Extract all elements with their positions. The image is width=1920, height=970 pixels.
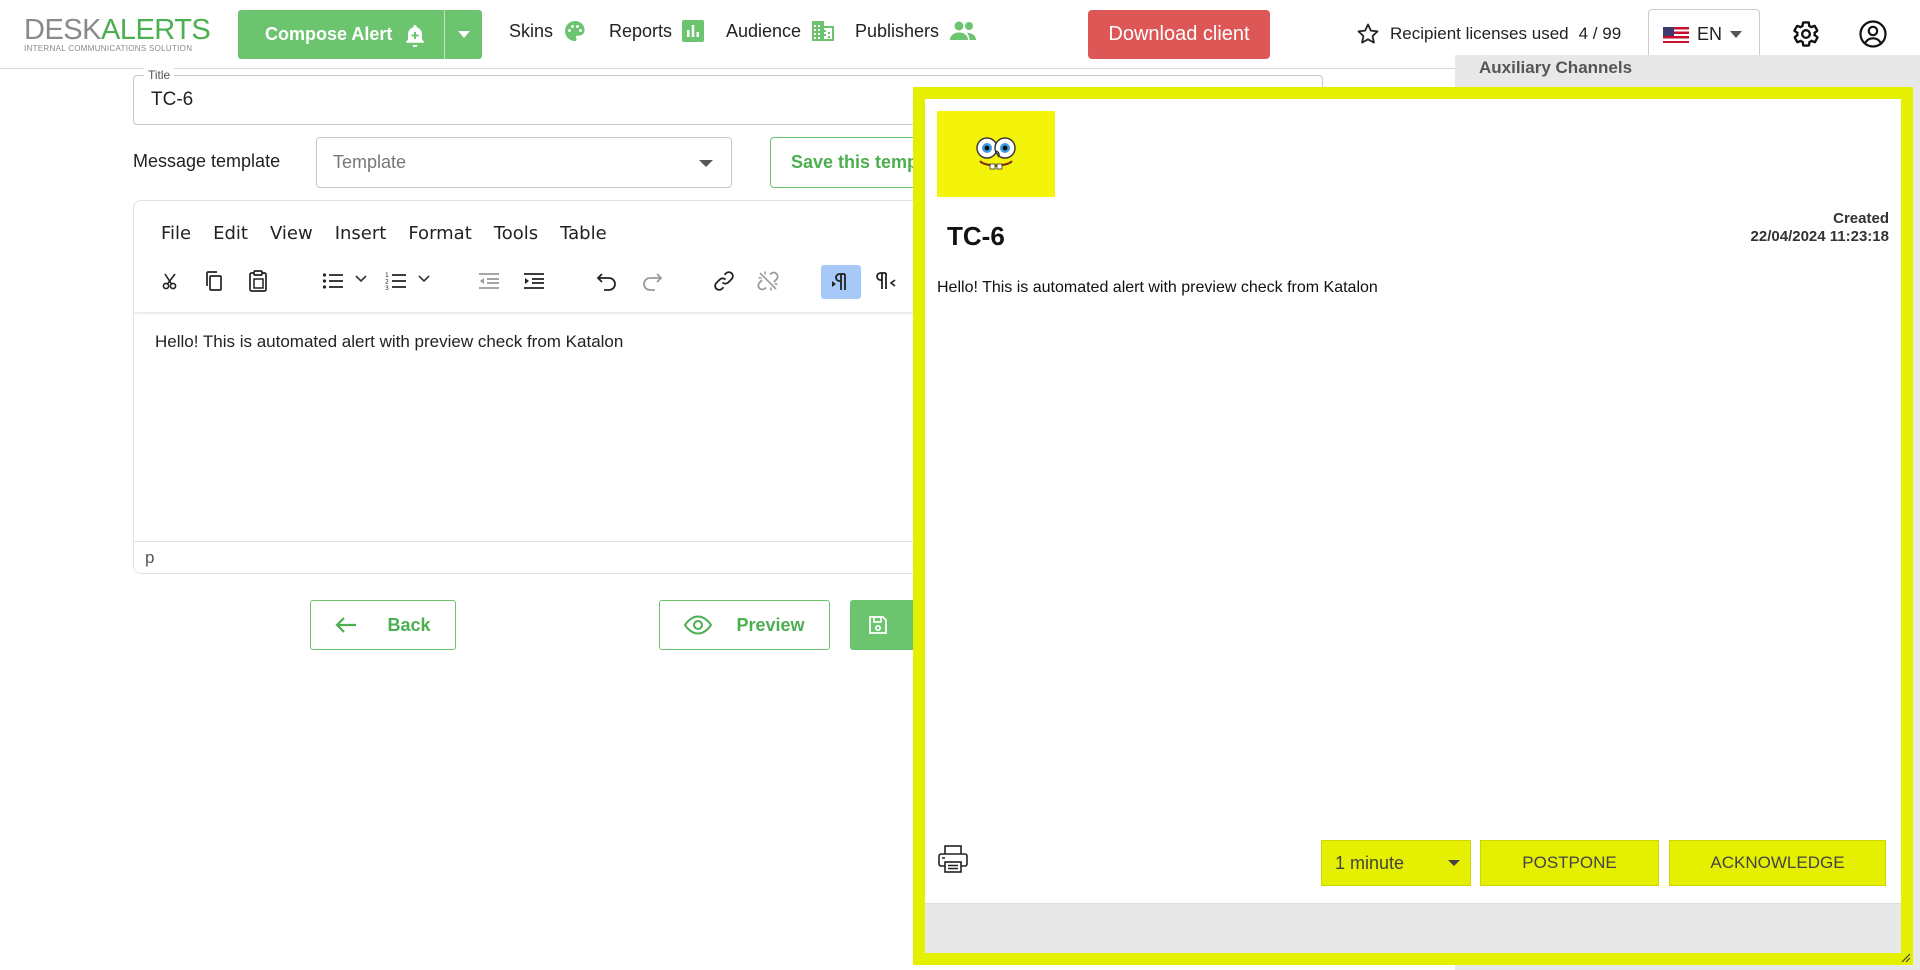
ltr-direction-icon[interactable] <box>821 265 861 299</box>
settings-gear-icon[interactable] <box>1792 20 1820 48</box>
bullet-list-icon[interactable] <box>317 265 349 297</box>
cut-icon[interactable] <box>155 265 187 297</box>
popup-footer <box>925 903 1901 953</box>
title-legend: Title <box>144 68 175 82</box>
rtl-direction-icon[interactable] <box>870 265 902 297</box>
caret-down-icon <box>1448 860 1460 866</box>
back-button[interactable]: Back <box>310 600 456 650</box>
alert-body-text: Hello! This is automated alert with prev… <box>937 279 1378 296</box>
compose-alert-group: Compose Alert <box>238 10 482 59</box>
message-template-select[interactable]: Template <box>316 137 732 188</box>
us-flag-icon <box>1663 26 1689 43</box>
menu-insert[interactable]: Insert <box>335 223 387 244</box>
language-selector[interactable]: EN <box>1648 9 1760 60</box>
acknowledge-button[interactable]: ACKNOWLEDGE <box>1669 840 1886 886</box>
menu-table[interactable]: Table <box>560 223 607 244</box>
indent-icon[interactable] <box>518 265 550 297</box>
bullet-list-options-chevron-icon[interactable] <box>355 275 367 283</box>
undo-icon[interactable] <box>591 265 623 297</box>
deskalerts-logo[interactable]: DESKALERTS INTERNAL COMMUNICATIONS SOLUT… <box>24 14 214 53</box>
message-template-label: Message template <box>133 151 281 171</box>
interval-value: 1 minute <box>1335 853 1405 873</box>
logo-tagline: INTERNAL COMMUNICATIONS SOLUTION <box>24 44 193 53</box>
editor-content[interactable]: Hello! This is automated alert with prev… <box>155 332 623 352</box>
nav-skins-label: Skins <box>509 20 554 41</box>
created-label: Created <box>1833 210 1889 227</box>
palette-icon <box>563 19 587 43</box>
nav-publishers[interactable]: Publishers <box>855 18 977 44</box>
licenses-label: Recipient licenses used <box>1390 24 1569 43</box>
menu-view[interactable]: View <box>270 223 313 244</box>
floppy-disk-icon <box>869 616 887 634</box>
insert-link-icon[interactable] <box>708 265 740 297</box>
preview-button[interactable]: Preview <box>659 600 830 650</box>
numbered-list-options-chevron-icon[interactable] <box>418 275 430 283</box>
alert-title: TC-6 <box>947 221 1005 251</box>
postpone-button[interactable]: POSTPONE <box>1480 840 1659 886</box>
nav-skins[interactable]: Skins <box>509 18 587 44</box>
arrow-left-icon <box>335 617 357 633</box>
preview-label: Preview <box>736 614 805 635</box>
title-input-value[interactable]: TC-6 <box>151 89 193 111</box>
editor-toolbar: 123 <box>134 257 932 313</box>
nav-reports-label: Reports <box>609 20 673 41</box>
user-account-icon[interactable] <box>1859 20 1887 48</box>
nav-audience-label: Audience <box>726 20 802 41</box>
download-client-button[interactable]: Download client <box>1088 10 1270 59</box>
element-path[interactable]: p <box>145 548 154 567</box>
eye-icon <box>684 615 713 635</box>
editor-menubar: File Edit View Insert Format Tools Table <box>161 223 629 244</box>
bell-plus-icon <box>404 23 426 47</box>
postpone-interval-select[interactable]: 1 minute <box>1321 840 1471 886</box>
nav-reports[interactable]: Reports <box>609 18 705 44</box>
compose-dropdown-toggle[interactable] <box>444 10 482 59</box>
nav-publishers-label: Publishers <box>855 20 940 41</box>
logo-alerts-text: ALERTS <box>100 14 211 46</box>
resize-grip-icon[interactable] <box>1899 951 1911 963</box>
menu-file[interactable]: File <box>161 223 191 244</box>
print-icon[interactable] <box>937 843 969 875</box>
menu-tools[interactable]: Tools <box>494 223 538 244</box>
caret-down-icon <box>699 160 713 167</box>
cartoon-face-icon <box>976 137 1016 170</box>
caret-down-icon <box>457 30 470 38</box>
created-value: 22/04/2024 11:23:18 <box>1750 228 1889 245</box>
remove-link-icon[interactable] <box>752 265 784 297</box>
outdent-icon[interactable] <box>473 265 505 297</box>
compose-alert-button[interactable]: Compose Alert <box>238 10 444 59</box>
svg-text:3: 3 <box>385 285 389 291</box>
alert-skin-logo <box>937 111 1055 197</box>
paste-icon[interactable] <box>242 265 274 297</box>
audience-icon <box>811 20 835 42</box>
licenses-value: 4 / 99 <box>1578 24 1622 43</box>
menu-format[interactable]: Format <box>408 223 471 244</box>
copy-icon[interactable] <box>198 265 230 297</box>
bar-chart-icon <box>682 20 705 42</box>
back-label: Back <box>387 614 431 635</box>
template-placeholder: Template <box>333 152 407 172</box>
language-value: EN <box>1697 24 1723 44</box>
nav-audience[interactable]: Audience <box>726 18 835 44</box>
rich-text-editor: File Edit View Insert Format Tools Table… <box>133 200 933 574</box>
auxiliary-channels-heading: Auxiliary Channels <box>1479 58 1633 77</box>
menu-edit[interactable]: Edit <box>213 223 248 244</box>
recipient-licenses: Recipient licenses used 4 / 99 <box>1356 20 1621 48</box>
star-icon <box>1356 22 1380 46</box>
alert-created-timestamp: Created 22/04/2024 11:23:18 <box>1751 210 1889 246</box>
alert-preview-popup: TC-6 Created 22/04/2024 11:23:18 Hello! … <box>913 87 1913 965</box>
redo-icon[interactable] <box>636 265 668 297</box>
compose-alert-label: Compose Alert <box>265 24 393 44</box>
editor-statusbar: p <box>134 541 932 573</box>
logo-wordmark: DESKALERTS <box>24 14 214 46</box>
people-icon <box>949 21 977 41</box>
logo-desk-text: DESK <box>24 14 101 46</box>
numbered-list-icon[interactable]: 123 <box>380 265 412 297</box>
caret-down-icon <box>1730 30 1743 38</box>
